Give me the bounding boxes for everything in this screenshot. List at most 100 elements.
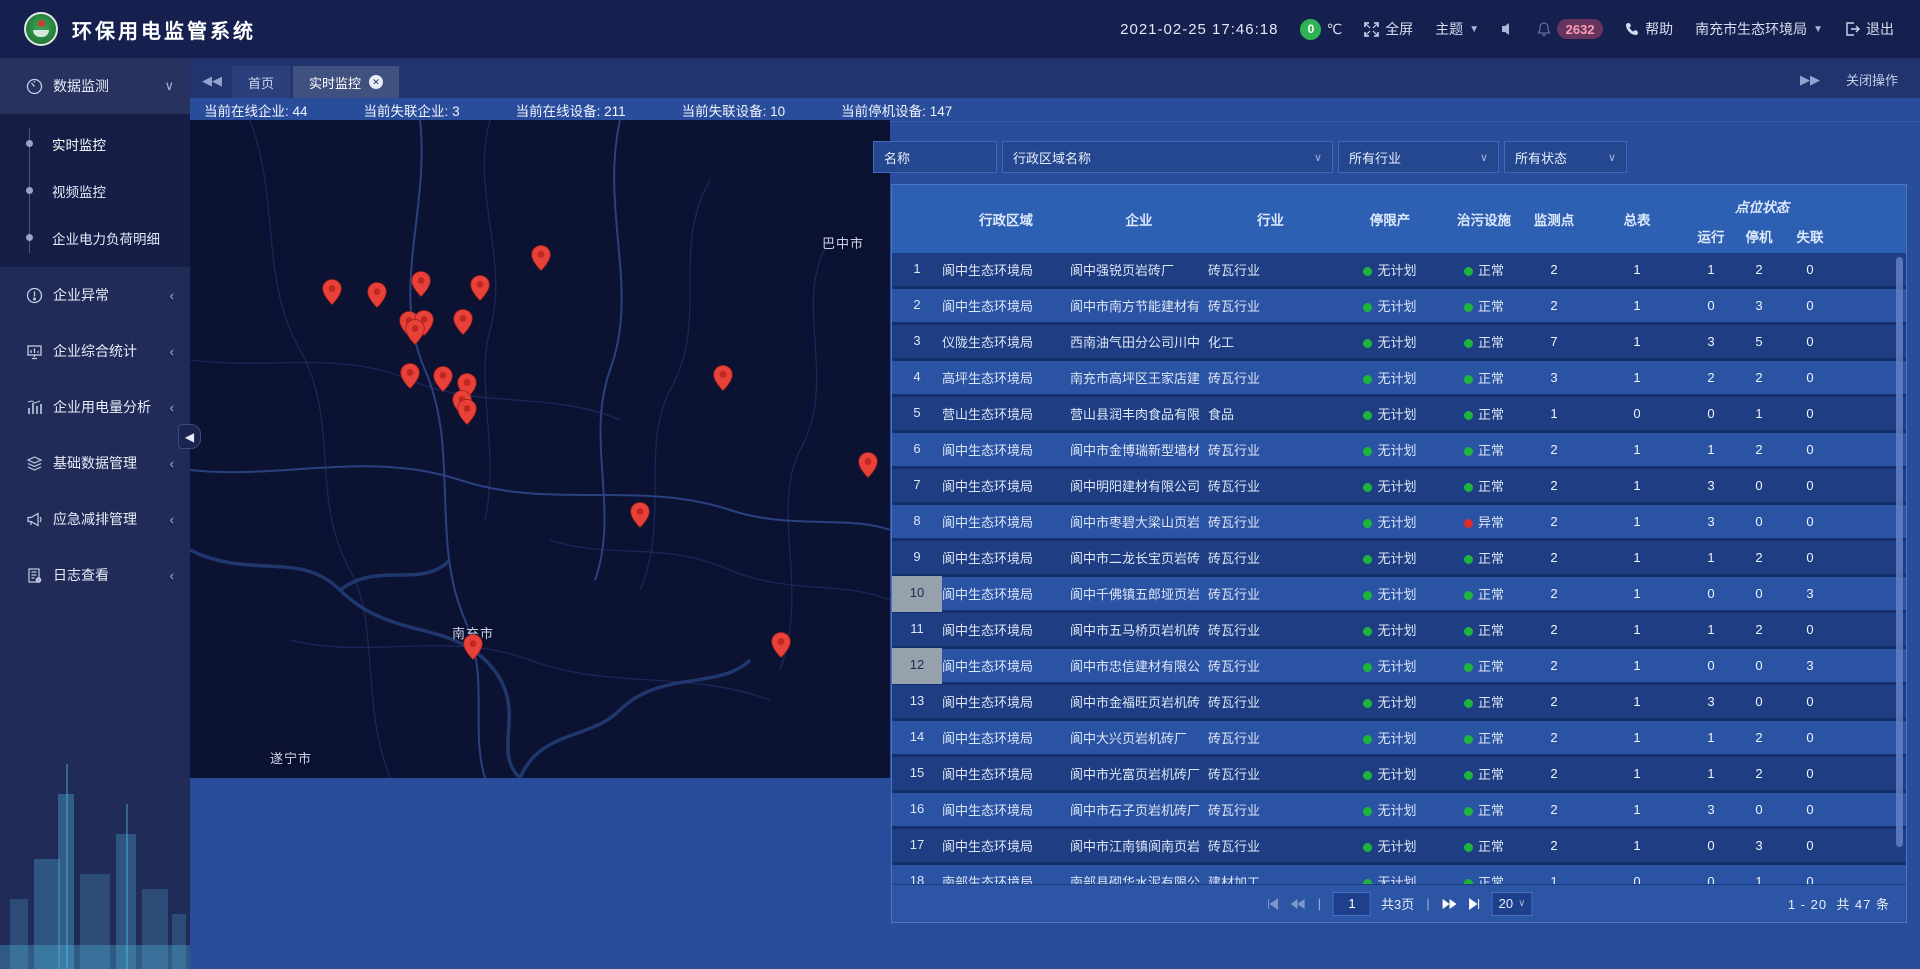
table-row[interactable]: 2 阆中生态环境局 阆中市南方节能建材有 砖瓦行业 无计划 正常 2 1 0 3… <box>892 289 1906 325</box>
tabs-scroll-left-icon[interactable]: ◀◀ <box>190 73 232 98</box>
sidebar-group-企业综合统计[interactable]: 企业综合统计 ‹ <box>0 323 190 379</box>
fullscreen-icon <box>1364 22 1379 37</box>
notification-count-badge: 2632 <box>1557 19 1603 39</box>
last-page-button[interactable] <box>1468 898 1482 910</box>
table-row[interactable]: 10 阆中生态环境局 阆中千佛镇五郎垭页岩 砖瓦行业 无计划 正常 2 1 0 … <box>892 577 1906 613</box>
log-icon <box>26 567 43 584</box>
tab-首页[interactable]: 首页 <box>232 66 290 98</box>
row-points: 2 <box>1521 298 1587 313</box>
map-pin-icon[interactable] <box>400 363 420 389</box>
notifications-button[interactable]: 2632 <box>1537 19 1603 39</box>
table-row[interactable]: 18 南部生态环境局 南部县砌华水泥有限公 建材加工 无计划 正常 1 0 0 … <box>892 865 1906 886</box>
sidebar-item-实时监控[interactable]: 实时监控 <box>0 120 190 167</box>
map-pin-icon[interactable] <box>457 399 477 425</box>
logout-button[interactable]: 退出 <box>1845 19 1894 39</box>
map-pin-icon[interactable] <box>858 452 878 478</box>
row-lost: 0 <box>1783 802 1837 817</box>
sidebar-group-企业用电量分析[interactable]: 企业用电量分析 ‹ <box>0 379 190 435</box>
facility-status-dot <box>1464 303 1473 312</box>
region-select[interactable]: 行政区域名称 ∨ <box>1002 141 1333 173</box>
stat-item: 当前失联企业: 3 <box>364 100 460 120</box>
table-row[interactable]: 14 阆中生态环境局 阆中大兴页岩机砖厂 砖瓦行业 无计划 正常 2 1 1 2… <box>892 721 1906 757</box>
map-pin-icon[interactable] <box>630 502 650 528</box>
tab-close-icon[interactable]: ✕ <box>369 75 383 89</box>
facility-status-dot <box>1464 843 1473 852</box>
row-facility: 正常 <box>1447 476 1521 495</box>
table-row[interactable]: 6 阆中生态环境局 阆中市金博瑞新型墙材 砖瓦行业 无计划 正常 2 1 1 2… <box>892 433 1906 469</box>
row-index: 7 <box>892 468 942 504</box>
sidebar-group-应急减排管理[interactable]: 应急减排管理 ‹ <box>0 491 190 547</box>
bell-icon <box>1537 22 1551 37</box>
table-row[interactable]: 17 阆中生态环境局 阆中市江南镇阆南页岩 砖瓦行业 无计划 正常 2 1 0 … <box>892 829 1906 865</box>
map-pin-icon[interactable] <box>411 271 431 297</box>
plan-status-dot <box>1363 519 1372 528</box>
map-canvas[interactable]: 巴中市南充市遂宁市 <box>190 120 890 778</box>
row-region: 阆中生态环境局 <box>942 476 1070 495</box>
table-scrollbar[interactable] <box>1896 257 1903 847</box>
map-pin-icon[interactable] <box>405 319 425 345</box>
name-search-input[interactable]: 名称 <box>873 141 997 173</box>
next-page-button[interactable] <box>1442 898 1458 910</box>
map-pin-icon[interactable] <box>531 245 551 271</box>
row-index: 5 <box>892 396 942 432</box>
map-pin-icon[interactable] <box>367 282 387 308</box>
industry-select[interactable]: 所有行业 ∨ <box>1338 141 1499 173</box>
map-pin-icon[interactable] <box>470 275 490 301</box>
row-region: 阆中生态环境局 <box>942 836 1070 855</box>
theme-dropdown[interactable]: 主题 ▼ <box>1435 19 1479 39</box>
table-row[interactable]: 3 仪陇生态环境局 西南油气田分公司川中 化工 无计划 正常 7 1 3 5 0 <box>892 325 1906 361</box>
sidebar-group-企业异常[interactable]: 企业异常 ‹ <box>0 267 190 323</box>
sidebar-item-企业电力负荷明细[interactable]: 企业电力负荷明细 <box>0 214 190 261</box>
row-plan: 无计划 <box>1333 260 1447 279</box>
stats-bar: 当前在线企业: 44当前失联企业: 3当前在线设备: 211当前失联设备: 10… <box>190 98 1920 122</box>
plan-status-dot <box>1363 447 1372 456</box>
map-pin-icon[interactable] <box>713 365 733 391</box>
page-size-select[interactable]: 20 ∨ <box>1492 892 1533 916</box>
table-row[interactable]: 4 高坪生态环境局 南充市高坪区王家店建 砖瓦行业 无计划 正常 3 1 2 2… <box>892 361 1906 397</box>
sidebar-group-基础数据管理[interactable]: 基础数据管理 ‹ <box>0 435 190 491</box>
facility-status-dot <box>1464 771 1473 780</box>
table-row[interactable]: 1 阆中生态环境局 阆中强锐页岩砖厂 砖瓦行业 无计划 正常 2 1 1 2 0 <box>892 253 1906 289</box>
row-plan: 无计划 <box>1333 296 1447 315</box>
table-row[interactable]: 15 阆中生态环境局 阆中市光富页岩机砖厂 砖瓦行业 无计划 正常 2 1 1 … <box>892 757 1906 793</box>
table-row[interactable]: 5 营山生态环境局 营山县润丰肉食品有限 食品 无计划 正常 1 0 0 1 0 <box>892 397 1906 433</box>
table-row[interactable]: 13 阆中生态环境局 阆中市金福旺页岩机砖 砖瓦行业 无计划 正常 2 1 3 … <box>892 685 1906 721</box>
status-select[interactable]: 所有状态 ∨ <box>1504 141 1627 173</box>
map-pin-icon[interactable] <box>463 634 483 660</box>
plan-status-dot <box>1363 771 1372 780</box>
sidebar-group-数据监测[interactable]: 数据监测 ∨ <box>0 58 190 114</box>
row-index: 11 <box>892 612 942 648</box>
tab-实时监控[interactable]: 实时监控 ✕ <box>293 66 399 98</box>
table-row[interactable]: 9 阆中生态环境局 阆中市二龙长宝页岩砖 砖瓦行业 无计划 正常 2 1 1 2… <box>892 541 1906 577</box>
sidebar-item-视频监控[interactable]: 视频监控 <box>0 167 190 214</box>
table-row[interactable]: 11 阆中生态环境局 阆中市五马桥页岩机砖 砖瓦行业 无计划 正常 2 1 1 … <box>892 613 1906 649</box>
first-page-button[interactable] <box>1266 898 1280 910</box>
page-input[interactable] <box>1333 892 1371 916</box>
table-row[interactable]: 12 阆中生态环境局 阆中市忠信建材有限公 砖瓦行业 无计划 正常 2 1 0 … <box>892 649 1906 685</box>
chevron-icon: ‹ <box>170 288 174 303</box>
row-meters: 1 <box>1587 262 1687 277</box>
chevron-icon: ‹ <box>170 400 174 415</box>
map-pin-icon[interactable] <box>322 279 342 305</box>
map-pin-icon[interactable] <box>771 632 791 658</box>
sidebar-group-日志查看[interactable]: 日志查看 ‹ <box>0 547 190 603</box>
table-row[interactable]: 16 阆中生态环境局 阆中市石子页岩机砖厂 砖瓦行业 无计划 正常 2 1 3 … <box>892 793 1906 829</box>
sound-button[interactable] <box>1501 22 1515 36</box>
help-button[interactable]: 帮助 <box>1625 19 1673 39</box>
table-row[interactable]: 8 阆中生态环境局 阆中市枣碧大梁山页岩 砖瓦行业 无计划 异常 2 1 3 0… <box>892 505 1906 541</box>
close-operations-button[interactable]: 关闭操作 <box>1846 70 1898 89</box>
map-pin-icon[interactable] <box>433 366 453 392</box>
fullscreen-button[interactable]: 全屏 <box>1364 19 1413 39</box>
prev-page-button[interactable] <box>1290 898 1306 910</box>
row-region: 阆中生态环境局 <box>942 548 1070 567</box>
tabs-scroll-right-icon[interactable]: ▶▶ <box>1800 72 1820 88</box>
row-plan: 无计划 <box>1333 692 1447 711</box>
map-pin-icon[interactable] <box>453 309 473 335</box>
org-dropdown[interactable]: 南充市生态环境局 ▼ <box>1695 19 1823 39</box>
megaphone-icon <box>26 511 43 528</box>
row-region: 营山生态环境局 <box>942 404 1070 423</box>
row-run: 1 <box>1687 442 1735 457</box>
table-row[interactable]: 7 阆中生态环境局 阆中明阳建材有限公司 砖瓦行业 无计划 正常 2 1 3 0… <box>892 469 1906 505</box>
row-plan: 无计划 <box>1333 368 1447 387</box>
sidebar-collapse-button[interactable]: ◀ <box>178 424 201 449</box>
